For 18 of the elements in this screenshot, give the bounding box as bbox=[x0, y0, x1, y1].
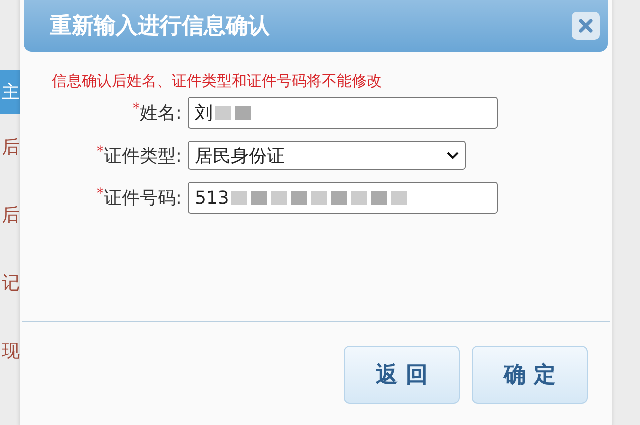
field-label: *证件类型: bbox=[96, 144, 183, 168]
warning-text: 信息确认后姓名、证件类型和证件号码将不能修改 bbox=[52, 72, 383, 91]
input-field[interactable]: 513 bbox=[188, 182, 498, 214]
input-field[interactable]: 刘 bbox=[188, 97, 498, 129]
close-button[interactable] bbox=[572, 12, 600, 40]
sidebar-item[interactable]: 后 bbox=[0, 192, 20, 238]
dialog-title: 重新输入进行信息确认 bbox=[50, 13, 270, 41]
sidebar-item[interactable]: 记 bbox=[0, 260, 20, 306]
sidebar-item[interactable]: 现 bbox=[0, 328, 20, 374]
close-icon bbox=[579, 19, 593, 33]
field-label: *证件号码: bbox=[96, 186, 183, 210]
sidebar-item[interactable]: 后 bbox=[0, 124, 20, 170]
confirm-button[interactable]: 确 定 bbox=[472, 346, 588, 404]
back-button[interactable]: 返 回 bbox=[344, 346, 460, 404]
chevron-icon bbox=[447, 152, 459, 160]
select-field[interactable]: 居民身份证 bbox=[188, 141, 466, 170]
field-label: *姓名: bbox=[132, 101, 183, 125]
sidebar-item[interactable]: 主 bbox=[0, 70, 20, 114]
